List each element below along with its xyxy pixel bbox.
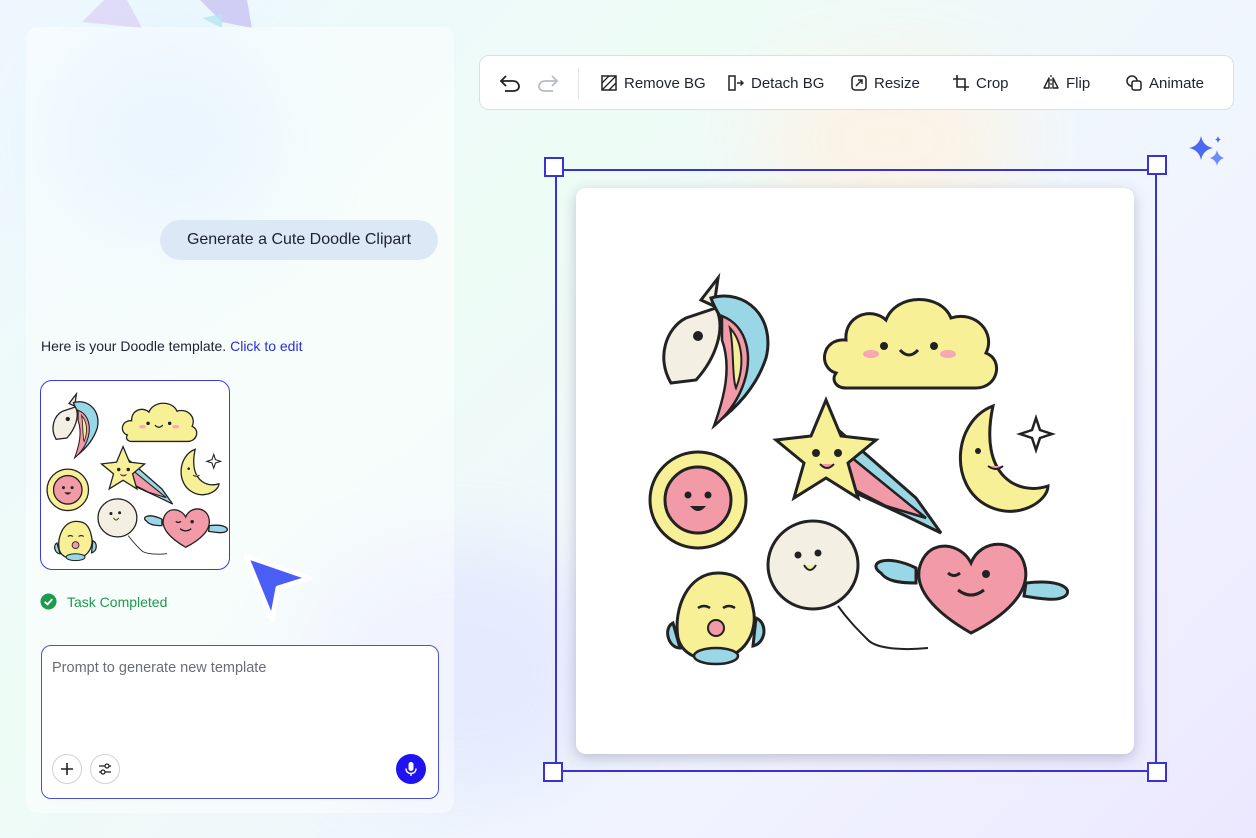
user-message-bubble: Generate a Cute Doodle Clipart xyxy=(160,220,438,260)
undo-button[interactable] xyxy=(496,69,524,97)
resize-button[interactable]: Resize xyxy=(850,69,920,97)
redo-icon xyxy=(538,75,559,92)
undo-icon xyxy=(499,75,520,92)
doodle-thumbnail-image xyxy=(46,393,229,562)
resize-icon xyxy=(851,75,867,91)
resize-handle-bottom-left[interactable] xyxy=(543,762,563,782)
resize-handle-bottom-right[interactable] xyxy=(1147,762,1167,782)
sliders-icon xyxy=(99,763,111,775)
pointer-cursor-icon xyxy=(243,553,313,623)
settings-button[interactable] xyxy=(90,754,120,784)
crop-button[interactable]: Crop xyxy=(952,69,1009,97)
crop-icon xyxy=(953,75,969,91)
assistant-reply: Here is your Doodle template. Click to e… xyxy=(41,338,302,354)
sparkle-icon xyxy=(1189,136,1224,166)
task-status: Task Completed xyxy=(40,593,167,610)
animate-icon xyxy=(1126,75,1142,91)
resize-label: Resize xyxy=(874,74,920,92)
crop-label: Crop xyxy=(976,74,1009,92)
remove-bg-button[interactable]: Remove BG xyxy=(600,69,706,97)
resize-handle-top-left[interactable] xyxy=(544,157,564,177)
selection-box[interactable] xyxy=(555,169,1157,772)
toolbar-divider xyxy=(578,68,579,99)
decorative-shape xyxy=(82,0,252,28)
detach-bg-icon xyxy=(728,75,744,91)
animate-label: Animate xyxy=(1149,74,1205,92)
click-to-edit-link[interactable]: Click to edit xyxy=(230,338,302,354)
prompt-composer xyxy=(41,645,439,799)
remove-bg-label: Remove BG xyxy=(624,74,706,92)
plus-icon xyxy=(61,763,73,775)
flip-label: Flip xyxy=(1066,74,1091,92)
reply-text: Here is your Doodle template. xyxy=(41,338,227,354)
animate-button[interactable]: Animate xyxy=(1125,69,1204,97)
microphone-button[interactable] xyxy=(396,754,426,784)
detach-bg-label: Detach BG xyxy=(751,74,825,92)
resize-handle-top-right[interactable] xyxy=(1147,155,1167,175)
add-button[interactable] xyxy=(52,754,82,784)
remove-bg-icon xyxy=(601,75,617,91)
redo-button[interactable] xyxy=(534,69,562,97)
detach-bg-button[interactable]: Detach BG xyxy=(727,69,824,97)
microphone-icon xyxy=(405,762,417,776)
task-status-text: Task Completed xyxy=(67,593,168,610)
flip-button[interactable]: Flip xyxy=(1042,69,1090,97)
prompt-input[interactable] xyxy=(52,660,428,740)
editor-toolbar: Remove BG Detach BG Resize Crop Flip Ani… xyxy=(479,55,1234,110)
check-circle-icon xyxy=(40,593,57,610)
template-thumbnail[interactable] xyxy=(40,380,230,570)
flip-icon xyxy=(1043,75,1059,91)
